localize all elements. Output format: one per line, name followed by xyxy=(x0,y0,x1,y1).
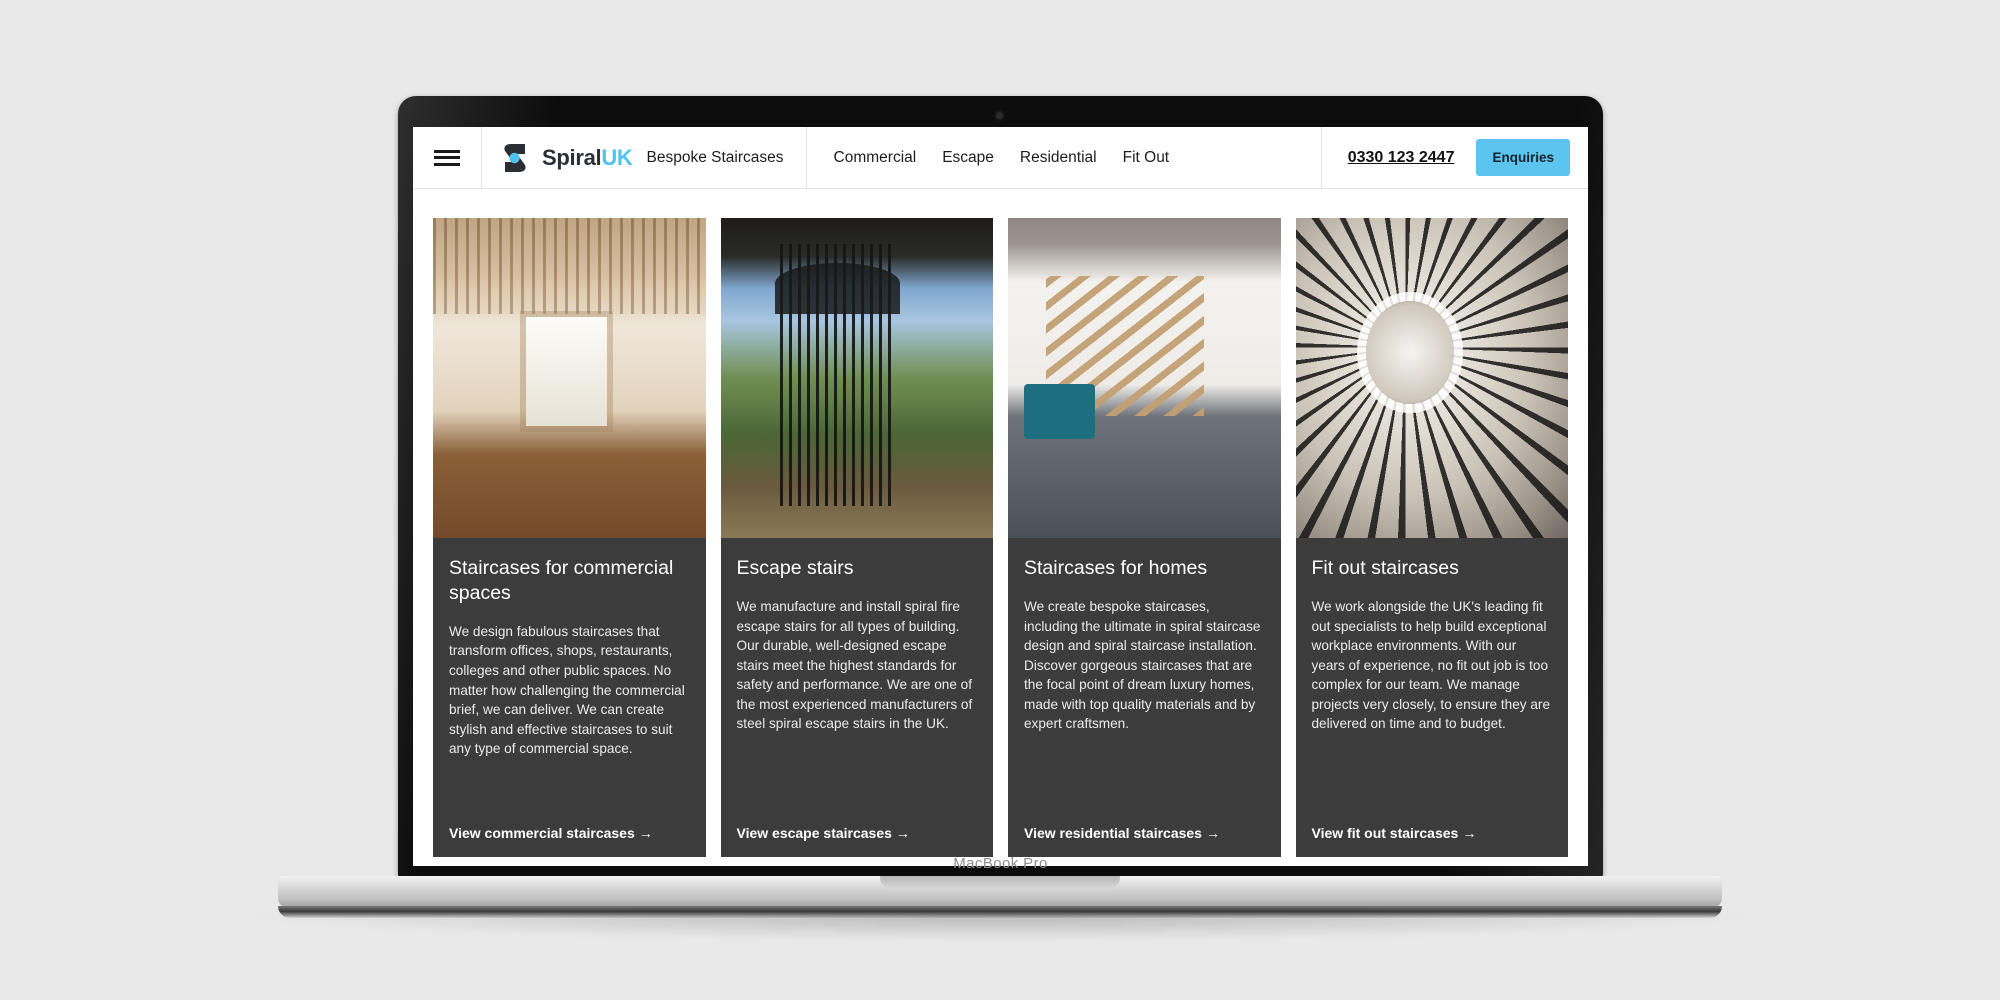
residential-staircase-photo xyxy=(1008,218,1281,538)
card-title: Escape stairs xyxy=(736,557,854,579)
webcam-icon xyxy=(996,112,1003,119)
laptop-screen-lid: SpiralUK Bespoke Staircases Commercial E… xyxy=(398,96,1603,878)
card-link-commercial[interactable]: View commercial staircases → xyxy=(449,825,690,841)
card-title: Staircases for commercial spaces xyxy=(449,557,674,604)
spiral-s-logo-icon xyxy=(504,143,526,172)
logo-word-accent: UK xyxy=(601,144,633,170)
hamburger-menu-icon xyxy=(434,146,460,169)
card-description: We design fabulous staircases that trans… xyxy=(449,623,685,757)
laptop-base-notch xyxy=(880,876,1120,889)
arrow-right-icon: → xyxy=(895,825,910,841)
card-body: Escape stairs We manufacture and install… xyxy=(721,538,994,857)
nav-item-fit-out[interactable]: Fit Out xyxy=(1123,149,1170,167)
card-link-fit-out[interactable]: View fit out staircases → xyxy=(1312,825,1553,841)
card-body: Staircases for commercial spaces We desi… xyxy=(433,538,706,857)
brand-tagline: Bespoke Staircases xyxy=(646,148,784,166)
card-title: Staircases for homes xyxy=(1024,557,1208,579)
logo-word-dark: Spiral xyxy=(542,144,602,170)
site-header: SpiralUK Bespoke Staircases Commercial E… xyxy=(413,127,1588,189)
card-description: We create bespoke staircases, including … xyxy=(1024,598,1261,732)
commercial-staircase-photo xyxy=(433,218,706,538)
service-card-fit-out[interactable]: Fit out staircases We work alongside the… xyxy=(1295,218,1569,857)
header-contact-area: 0330 123 2447 Enquiries xyxy=(1320,127,1588,188)
card-link-escape[interactable]: View escape staircases → xyxy=(737,825,978,841)
nav-item-commercial[interactable]: Commercial xyxy=(834,149,917,167)
device-model-label: MacBook Pro xyxy=(953,855,1048,872)
card-link-label: View fit out staircases xyxy=(1311,825,1459,841)
main-nav: Commercial Escape Residential Fit Out xyxy=(807,127,1321,188)
card-link-label: View escape staircases xyxy=(736,825,892,841)
card-description: We manufacture and install spiral fire e… xyxy=(736,598,973,732)
card-link-label: View commercial staircases xyxy=(449,825,635,841)
nav-item-residential[interactable]: Residential xyxy=(1020,149,1097,167)
service-card-grid: Staircases for commercial spaces We desi… xyxy=(413,189,1588,866)
card-title: Fit out staircases xyxy=(1311,557,1459,579)
arrow-right-icon: → xyxy=(1462,825,1477,841)
card-description: We work alongside the UK's leading fit o… xyxy=(1311,598,1551,732)
card-body: Staircases for homes We create bespoke s… xyxy=(1008,538,1281,857)
service-card-residential[interactable]: Staircases for homes We create bespoke s… xyxy=(1008,218,1281,857)
browser-viewport: SpiralUK Bespoke Staircases Commercial E… xyxy=(413,127,1588,866)
hamburger-menu-button[interactable] xyxy=(413,127,482,188)
card-link-residential[interactable]: View residential staircases → xyxy=(1024,825,1265,841)
enquiries-button[interactable]: Enquiries xyxy=(1476,139,1570,176)
laptop-shadow xyxy=(255,914,1745,940)
card-link-label: View residential staircases xyxy=(1024,825,1202,841)
fit-out-staircase-photo xyxy=(1295,218,1568,538)
arrow-right-icon: → xyxy=(1205,825,1220,841)
card-body: Fit out staircases We work alongside the… xyxy=(1296,538,1569,857)
nav-item-escape[interactable]: Escape xyxy=(942,149,994,167)
phone-number-link[interactable]: 0330 123 2447 xyxy=(1348,149,1455,167)
escape-staircase-photo xyxy=(720,218,993,538)
arrow-right-icon: → xyxy=(638,825,653,841)
logo-wordmark: SpiralUK xyxy=(542,145,633,171)
laptop-mockup: SpiralUK Bespoke Staircases Commercial E… xyxy=(0,0,2000,1000)
brand-block[interactable]: SpiralUK Bespoke Staircases xyxy=(482,127,807,188)
service-card-escape[interactable]: Escape stairs We manufacture and install… xyxy=(720,218,994,857)
service-card-commercial[interactable]: Staircases for commercial spaces We desi… xyxy=(433,218,706,857)
